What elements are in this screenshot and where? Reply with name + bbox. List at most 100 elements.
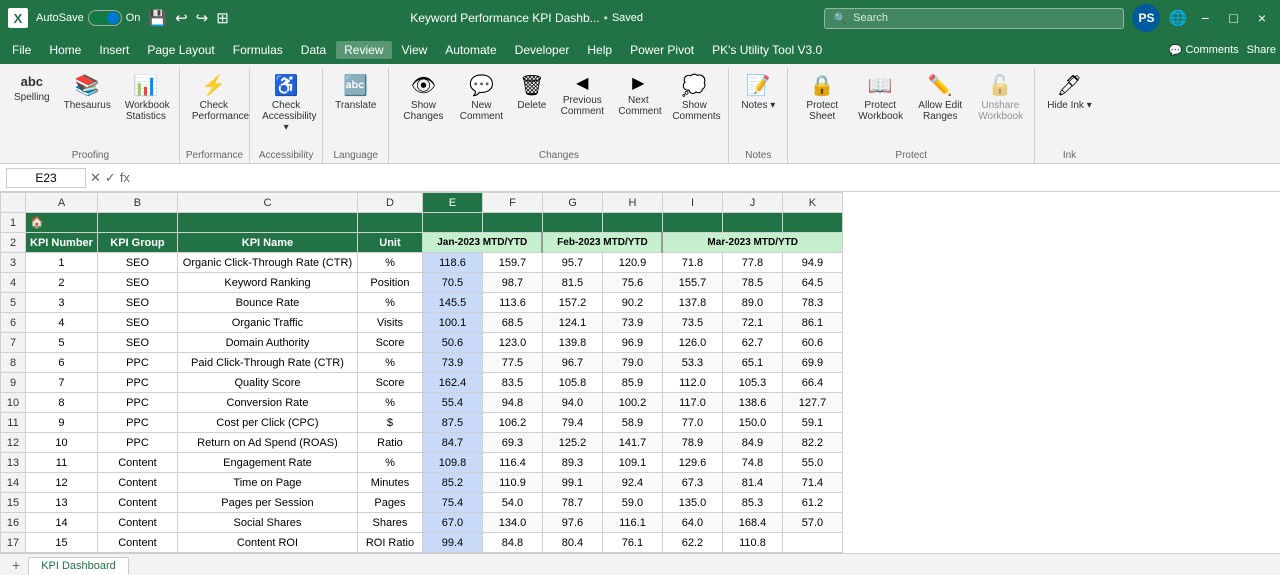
menu-pk-utility[interactable]: PK's Utility Tool V3.0 bbox=[704, 41, 830, 59]
cell-g6[interactable]: 124.1 bbox=[542, 313, 602, 333]
cell-reference-input[interactable] bbox=[6, 168, 86, 188]
cell-c14[interactable]: Time on Page bbox=[177, 473, 357, 493]
add-sheet-button[interactable]: + bbox=[4, 555, 28, 575]
cell-c9[interactable]: Quality Score bbox=[177, 373, 357, 393]
cell-g10[interactable]: 94.0 bbox=[542, 393, 602, 413]
cell-kpi-number-header[interactable]: KPI Number bbox=[26, 233, 98, 253]
menu-formulas[interactable]: Formulas bbox=[225, 41, 291, 59]
cell-g17[interactable]: 80.4 bbox=[542, 533, 602, 553]
cell-d8[interactable]: % bbox=[357, 353, 422, 373]
cell-e8[interactable]: 73.9 bbox=[422, 353, 482, 373]
cell-f4[interactable]: 98.7 bbox=[482, 273, 542, 293]
cell-c10[interactable]: Conversion Rate bbox=[177, 393, 357, 413]
cell-j5[interactable]: 89.0 bbox=[722, 293, 782, 313]
cell-mar-header[interactable]: Mar-2023 MTD/YTD bbox=[662, 233, 842, 253]
cell-g9[interactable]: 105.8 bbox=[542, 373, 602, 393]
cell-a17[interactable]: 15 bbox=[26, 533, 98, 553]
cell-c8[interactable]: Paid Click-Through Rate (CTR) bbox=[177, 353, 357, 373]
cell-f8[interactable]: 77.5 bbox=[482, 353, 542, 373]
cell-c4[interactable]: Keyword Ranking bbox=[177, 273, 357, 293]
cell-i6[interactable]: 73.5 bbox=[662, 313, 722, 333]
save-icon[interactable]: 💾 bbox=[148, 9, 167, 27]
cell-b17[interactable]: Content bbox=[97, 533, 177, 553]
cell-k7[interactable]: 60.6 bbox=[782, 333, 842, 353]
cell-k9[interactable]: 66.4 bbox=[782, 373, 842, 393]
cell-i7[interactable]: 126.0 bbox=[662, 333, 722, 353]
menu-page-layout[interactable]: Page Layout bbox=[139, 41, 222, 59]
cell-k12[interactable]: 82.2 bbox=[782, 433, 842, 453]
cell-jan-mtd-header[interactable]: Jan-2023 MTD/YTD bbox=[422, 233, 542, 253]
cell-g4[interactable]: 81.5 bbox=[542, 273, 602, 293]
cell-d4[interactable]: Position bbox=[357, 273, 422, 293]
cell-feb-header[interactable]: Feb-2023 MTD/YTD bbox=[542, 233, 662, 253]
cell-g7[interactable]: 139.8 bbox=[542, 333, 602, 353]
cell-c3[interactable]: Organic Click-Through Rate (CTR) bbox=[177, 253, 357, 273]
spelling-button[interactable]: abc Spelling bbox=[8, 70, 56, 107]
check-performance-button[interactable]: ⚡ Check Performance bbox=[186, 70, 242, 126]
cell-g12[interactable]: 125.2 bbox=[542, 433, 602, 453]
cell-f12[interactable]: 69.3 bbox=[482, 433, 542, 453]
comments-icon[interactable]: 💬 Comments bbox=[1169, 44, 1239, 57]
cell-c13[interactable]: Engagement Rate bbox=[177, 453, 357, 473]
autosave-toggle-pill[interactable] bbox=[88, 10, 122, 26]
cell-kpi-name-header[interactable]: KPI Name bbox=[177, 233, 357, 253]
cell-a7[interactable]: 5 bbox=[26, 333, 98, 353]
protect-sheet-button[interactable]: 🔒 Protect Sheet bbox=[794, 70, 850, 126]
formula-expand-icon[interactable]: fx bbox=[120, 170, 130, 186]
cell-j4[interactable]: 78.5 bbox=[722, 273, 782, 293]
menu-view[interactable]: View bbox=[394, 41, 436, 59]
cell-c1[interactable] bbox=[177, 213, 357, 233]
menu-home[interactable]: Home bbox=[41, 41, 89, 59]
cell-k1[interactable] bbox=[782, 213, 842, 233]
col-header-g[interactable]: G bbox=[542, 193, 602, 213]
cell-j7[interactable]: 62.7 bbox=[722, 333, 782, 353]
cell-b1[interactable] bbox=[97, 213, 177, 233]
cell-d3[interactable]: % bbox=[357, 253, 422, 273]
cell-i3[interactable]: 71.8 bbox=[662, 253, 722, 273]
cell-d17[interactable]: ROI Ratio bbox=[357, 533, 422, 553]
user-avatar[interactable]: PS bbox=[1132, 4, 1160, 32]
cell-e11[interactable]: 87.5 bbox=[422, 413, 482, 433]
cell-i17[interactable]: 62.2 bbox=[662, 533, 722, 553]
cell-j15[interactable]: 85.3 bbox=[722, 493, 782, 513]
cell-h4[interactable]: 75.6 bbox=[602, 273, 662, 293]
col-header-e[interactable]: E bbox=[422, 193, 482, 213]
cell-i11[interactable]: 77.0 bbox=[662, 413, 722, 433]
col-header-f[interactable]: F bbox=[482, 193, 542, 213]
col-header-k[interactable]: K bbox=[782, 193, 842, 213]
cell-e15[interactable]: 75.4 bbox=[422, 493, 482, 513]
cell-k10[interactable]: 127.7 bbox=[782, 393, 842, 413]
menu-insert[interactable]: Insert bbox=[91, 41, 137, 59]
cell-e12[interactable]: 84.7 bbox=[422, 433, 482, 453]
col-header-c[interactable]: C bbox=[177, 193, 357, 213]
redo-icon[interactable]: ↪ bbox=[196, 9, 209, 27]
cell-k17[interactable] bbox=[782, 533, 842, 553]
cell-e9[interactable]: 162.4 bbox=[422, 373, 482, 393]
next-comment-button[interactable]: ▶ Next Comment bbox=[612, 70, 664, 121]
cell-h1[interactable] bbox=[602, 213, 662, 233]
cell-g11[interactable]: 79.4 bbox=[542, 413, 602, 433]
cell-j1[interactable] bbox=[722, 213, 782, 233]
cell-j11[interactable]: 150.0 bbox=[722, 413, 782, 433]
menu-data[interactable]: Data bbox=[293, 41, 334, 59]
cell-j12[interactable]: 84.9 bbox=[722, 433, 782, 453]
cell-d9[interactable]: Score bbox=[357, 373, 422, 393]
col-header-d[interactable]: D bbox=[357, 193, 422, 213]
show-comments-button[interactable]: 💭 Show Comments bbox=[666, 70, 722, 126]
cell-k4[interactable]: 64.5 bbox=[782, 273, 842, 293]
show-changes-button[interactable]: 👁 Show Changes bbox=[395, 70, 451, 126]
translate-button[interactable]: 🔤 Translate bbox=[329, 70, 382, 115]
cell-j3[interactable]: 77.8 bbox=[722, 253, 782, 273]
cell-f10[interactable]: 94.8 bbox=[482, 393, 542, 413]
cell-f11[interactable]: 106.2 bbox=[482, 413, 542, 433]
cell-f17[interactable]: 84.8 bbox=[482, 533, 542, 553]
cell-k15[interactable]: 61.2 bbox=[782, 493, 842, 513]
cell-e14[interactable]: 85.2 bbox=[422, 473, 482, 493]
cell-e3[interactable]: 118.6 bbox=[422, 253, 482, 273]
cell-h5[interactable]: 90.2 bbox=[602, 293, 662, 313]
cell-b15[interactable]: Content bbox=[97, 493, 177, 513]
cell-k13[interactable]: 55.0 bbox=[782, 453, 842, 473]
cell-i15[interactable]: 135.0 bbox=[662, 493, 722, 513]
cell-i10[interactable]: 117.0 bbox=[662, 393, 722, 413]
menu-developer[interactable]: Developer bbox=[507, 41, 578, 59]
